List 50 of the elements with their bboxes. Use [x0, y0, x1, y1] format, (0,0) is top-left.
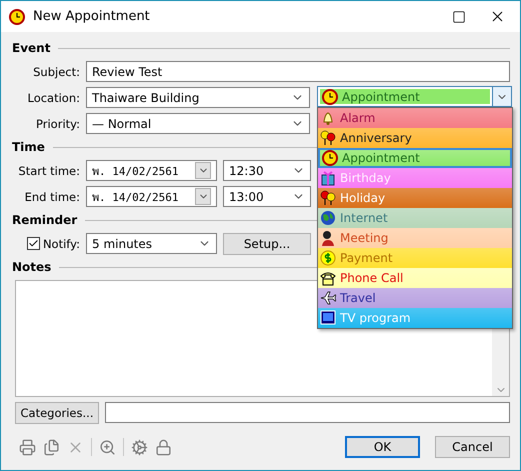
category-option[interactable]: Travel — [318, 288, 512, 308]
category-option[interactable]: Appointment — [318, 148, 512, 168]
subject-field[interactable]: Review Test — [86, 61, 510, 82]
categories-field[interactable] — [105, 402, 510, 423]
balloons-icon — [320, 130, 336, 146]
section-heading: Event — [12, 41, 50, 55]
section-heading: Reminder — [12, 213, 78, 227]
person-icon — [320, 230, 336, 246]
copy-icon[interactable] — [43, 438, 60, 456]
cancel-button[interactable]: Cancel — [435, 436, 510, 458]
date-field[interactable]: พ. 14/02/2561 — [86, 160, 217, 181]
field-label: End time: — [24, 190, 80, 204]
clock-icon — [322, 88, 338, 104]
globe-icon — [320, 210, 336, 226]
zoom-in-icon[interactable] — [99, 438, 116, 456]
phone-icon — [320, 270, 336, 286]
field-label: Location: — [26, 90, 80, 104]
category-option[interactable]: Phone Call — [318, 268, 512, 288]
settings-icon[interactable] — [131, 438, 148, 456]
field-label: Subject: — [32, 64, 80, 78]
field-label: Start time: — [17, 164, 80, 178]
location-field[interactable]: Thaiware Building — [86, 87, 310, 108]
categories-button[interactable]: Categories... — [15, 402, 99, 424]
time-field[interactable]: 12:30 — [223, 160, 311, 181]
airplane-icon — [320, 290, 336, 306]
calendar-dropdown-button[interactable] — [195, 162, 211, 179]
section-heading: Time — [12, 140, 45, 154]
calendar-dropdown-button[interactable] — [195, 188, 211, 205]
tv-icon — [320, 310, 336, 326]
category-dropdown[interactable]: Appointment — [317, 86, 512, 107]
window-title: New Appointment — [33, 9, 151, 24]
ok-button[interactable]: OK — [345, 436, 420, 458]
gift-icon — [320, 170, 336, 186]
category-option[interactable]: Anniversary — [318, 128, 512, 148]
time-field[interactable]: 13:00 — [223, 186, 311, 207]
date-field[interactable]: พ. 14/02/2561 — [86, 186, 217, 207]
reminder-field[interactable]: 5 minutes — [86, 233, 217, 254]
balloons-icon — [320, 190, 336, 206]
clock-icon — [322, 150, 338, 166]
field-label: Notify: — [42, 236, 80, 250]
notify-checkbox[interactable] — [26, 237, 40, 250]
priority-field[interactable]: — Normal — [86, 113, 310, 134]
section-heading: Notes — [12, 260, 52, 274]
category-value: Appointment — [342, 90, 420, 104]
clock-icon — [9, 8, 25, 24]
lock-icon[interactable] — [155, 438, 172, 456]
dollar-icon — [320, 250, 336, 266]
setup-button[interactable]: Setup... — [223, 232, 311, 254]
field-label: Priority: — [35, 116, 80, 130]
printer-icon[interactable] — [19, 438, 36, 456]
